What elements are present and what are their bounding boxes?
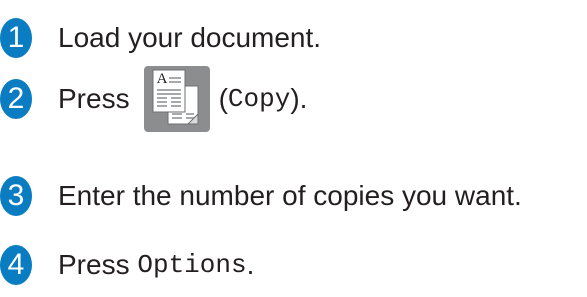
copy-document-icon	[152, 69, 199, 125]
step-suffix: .	[246, 249, 255, 280]
step-text: Press A (Copy).	[58, 66, 307, 132]
step-2: 2 Press A (Copy).	[0, 66, 307, 132]
step-number-badge: 2	[0, 79, 32, 119]
options-code: Options	[137, 250, 247, 280]
step-number-badge: 4	[0, 245, 32, 285]
step-text: Load your document.	[58, 22, 322, 53]
step-suffix: ).	[290, 83, 308, 114]
step-text: Press Options.	[58, 249, 254, 281]
step-number-badge: 1	[0, 18, 32, 58]
copy-code: Copy	[227, 84, 291, 114]
open-paren: (	[218, 83, 228, 114]
copy-icon-letter: A	[156, 71, 168, 87]
step-number-badge: 3	[0, 176, 32, 216]
step-4: 4 Press Options.	[0, 245, 254, 285]
step-prefix: Press	[58, 83, 130, 114]
step-text: Enter the number of copies you want.	[58, 180, 522, 211]
copy-button[interactable]: A	[143, 66, 210, 132]
step-3: 3 Enter the number of copies you want.	[0, 176, 522, 216]
step-1: 1 Load your document.	[0, 18, 321, 58]
step-prefix: Press	[58, 249, 130, 280]
